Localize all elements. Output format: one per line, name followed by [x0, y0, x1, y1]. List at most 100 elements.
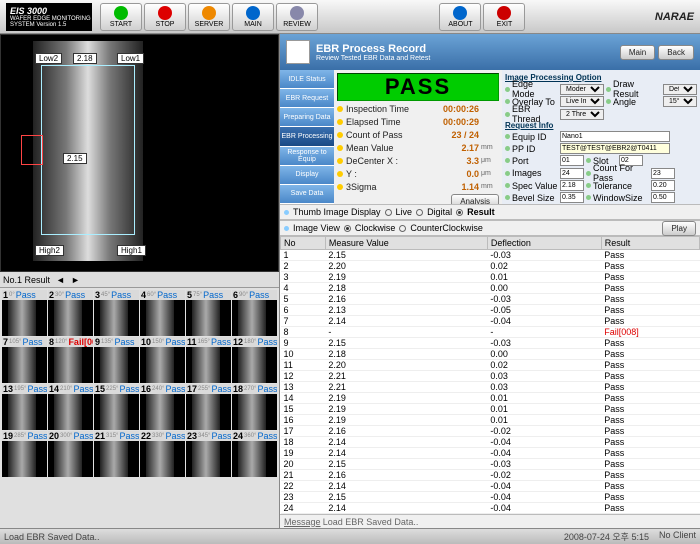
- table-row[interactable]: 202.15-0.03Pass: [281, 459, 700, 470]
- angle-select[interactable]: 15°: [663, 96, 697, 107]
- table-row[interactable]: 152.190.01Pass: [281, 404, 700, 415]
- overlay-select[interactable]: Live Imag: [560, 96, 604, 107]
- digital-radio[interactable]: [416, 209, 423, 216]
- thumb-22[interactable]: 22330°Pass: [140, 431, 185, 477]
- banner-subtitle: Review Tested EBR Data and Retest: [316, 55, 430, 62]
- thumb-10[interactable]: 10150°Pass: [140, 337, 185, 383]
- app-name: EIS 3000: [10, 6, 92, 16]
- col-header[interactable]: Measure Value: [325, 237, 487, 250]
- live-radio[interactable]: [385, 209, 392, 216]
- thumb-1[interactable]: 10°Pass: [2, 290, 47, 336]
- back-button[interactable]: Back: [658, 45, 694, 60]
- result-label: No.1 Result: [3, 275, 50, 285]
- table-row[interactable]: 192.14-0.04Pass: [281, 448, 700, 459]
- table-row[interactable]: 122.210.03Pass: [281, 371, 700, 382]
- start-button[interactable]: START: [100, 3, 142, 31]
- port-input[interactable]: [560, 155, 584, 166]
- ebr-thread-select[interactable]: 2 Thread: [560, 109, 604, 120]
- prev-image-button[interactable]: ◄: [56, 275, 65, 285]
- thumb-23[interactable]: 23345°Pass: [186, 431, 231, 477]
- table-row[interactable]: 112.200.02Pass: [281, 360, 700, 371]
- step-5[interactable]: Display: [280, 166, 334, 185]
- next-image-button[interactable]: ►: [71, 275, 80, 285]
- thumb-6[interactable]: 690°Pass: [232, 290, 277, 336]
- thumb-3[interactable]: 345°Pass: [94, 290, 139, 336]
- app-subtitle: WAFER EDGE MONITORING SYSTEM Version 1.5: [10, 16, 92, 28]
- window-input[interactable]: [651, 192, 675, 203]
- ccw-radio[interactable]: [399, 225, 406, 232]
- table-row[interactable]: 182.14-0.04Pass: [281, 437, 700, 448]
- view-options-bar-2: Image View Clockwise CounterClockwise Pl…: [280, 220, 700, 236]
- col-header[interactable]: Deflection: [487, 237, 601, 250]
- review-button[interactable]: REVIEW: [276, 3, 318, 31]
- step-6[interactable]: Save Data: [280, 185, 334, 204]
- col-header[interactable]: Result: [601, 237, 699, 250]
- metric-row: Inspection Time 00:00:26: [337, 102, 499, 115]
- thumb-12[interactable]: 12180°Pass: [232, 337, 277, 383]
- table-row[interactable]: 8--Fail[008]: [281, 327, 700, 338]
- draw-result-select[interactable]: Detail: [663, 84, 697, 95]
- step-0[interactable]: IDLE Status: [280, 70, 334, 89]
- cw-radio[interactable]: [344, 225, 351, 232]
- col-header[interactable]: No: [281, 237, 326, 250]
- table-row[interactable]: 52.16-0.03Pass: [281, 294, 700, 305]
- stop-button[interactable]: STOP: [144, 3, 186, 31]
- equip-id-input[interactable]: [560, 131, 670, 142]
- main-button[interactable]: MAIN: [232, 3, 274, 31]
- table-row[interactable]: 142.190.01Pass: [281, 393, 700, 404]
- step-1[interactable]: EBR Request: [280, 89, 334, 108]
- about-button[interactable]: ABOUT: [439, 3, 481, 31]
- thumb-19[interactable]: 19285°Pass: [2, 431, 47, 477]
- step-2[interactable]: Preparing Data: [280, 108, 334, 127]
- table-row[interactable]: 62.13-0.05Pass: [281, 305, 700, 316]
- main-wafer-image[interactable]: Low2 Low1 2.18 2.15 High2 High1: [0, 34, 279, 272]
- table-row[interactable]: 92.15-0.03Pass: [281, 338, 700, 349]
- results-table[interactable]: NoMeasure ValueDeflectionResult12.15-0.0…: [280, 236, 700, 514]
- thumb-18[interactable]: 18270°Pass: [232, 384, 277, 430]
- table-row[interactable]: 42.180.00Pass: [281, 283, 700, 294]
- table-row[interactable]: 222.14-0.04Pass: [281, 481, 700, 492]
- thumb-7[interactable]: 7105°Pass: [2, 337, 47, 383]
- table-row[interactable]: 162.190.01Pass: [281, 415, 700, 426]
- countpass-input[interactable]: [651, 168, 675, 179]
- table-row[interactable]: 12.15-0.03Pass: [281, 250, 700, 261]
- table-row[interactable]: 102.180.00Pass: [281, 349, 700, 360]
- table-row[interactable]: 232.15-0.04Pass: [281, 492, 700, 503]
- thumb-4[interactable]: 460°Pass: [140, 290, 185, 336]
- thumb-9[interactable]: 9135°Pass: [94, 337, 139, 383]
- images-input[interactable]: [560, 168, 584, 179]
- server-button[interactable]: SERVER: [188, 3, 230, 31]
- step-4[interactable]: Response to Equip: [280, 147, 334, 166]
- thumb-5[interactable]: 575°Pass: [186, 290, 231, 336]
- table-row[interactable]: 172.16-0.02Pass: [281, 426, 700, 437]
- spec-input[interactable]: [560, 180, 584, 191]
- thumb-17[interactable]: 17255°Pass: [186, 384, 231, 430]
- thumb-2[interactable]: 230°Pass: [48, 290, 93, 336]
- table-row[interactable]: 32.190.01Pass: [281, 272, 700, 283]
- play-button[interactable]: Play: [662, 221, 696, 236]
- bevel-input[interactable]: [560, 192, 584, 203]
- thumb-8[interactable]: 8120°Fail[008]: [48, 337, 93, 383]
- table-row[interactable]: 132.210.03Pass: [281, 382, 700, 393]
- status-time: 2008-07-24 오후 5:15: [564, 530, 649, 543]
- thumb-21[interactable]: 21315°Pass: [94, 431, 139, 477]
- thumb-20[interactable]: 20300°Pass: [48, 431, 93, 477]
- result-radio[interactable]: [456, 209, 463, 216]
- thumb-15[interactable]: 15225°Pass: [94, 384, 139, 430]
- thumb-14[interactable]: 14210°Pass: [48, 384, 93, 430]
- table-row[interactable]: 242.14-0.04Pass: [281, 503, 700, 514]
- thumb-13[interactable]: 13195°Pass: [2, 384, 47, 430]
- table-row[interactable]: 212.16-0.02Pass: [281, 470, 700, 481]
- main-button[interactable]: Main: [620, 45, 655, 60]
- metric-row: Count of Pass 23 / 24: [337, 128, 499, 141]
- pp-id-input[interactable]: [560, 143, 670, 154]
- tolerance-input[interactable]: [651, 180, 675, 191]
- edge-mode-select[interactable]: Moderate: [560, 84, 604, 95]
- table-row[interactable]: 72.14-0.04Pass: [281, 316, 700, 327]
- table-row[interactable]: 22.200.02Pass: [281, 261, 700, 272]
- exit-button[interactable]: EXIT: [483, 3, 525, 31]
- thumb-24[interactable]: 24360°Pass: [232, 431, 277, 477]
- thumb-11[interactable]: 11165°Pass: [186, 337, 231, 383]
- thumb-16[interactable]: 16240°Pass: [140, 384, 185, 430]
- step-3[interactable]: EBR Processing: [280, 127, 334, 146]
